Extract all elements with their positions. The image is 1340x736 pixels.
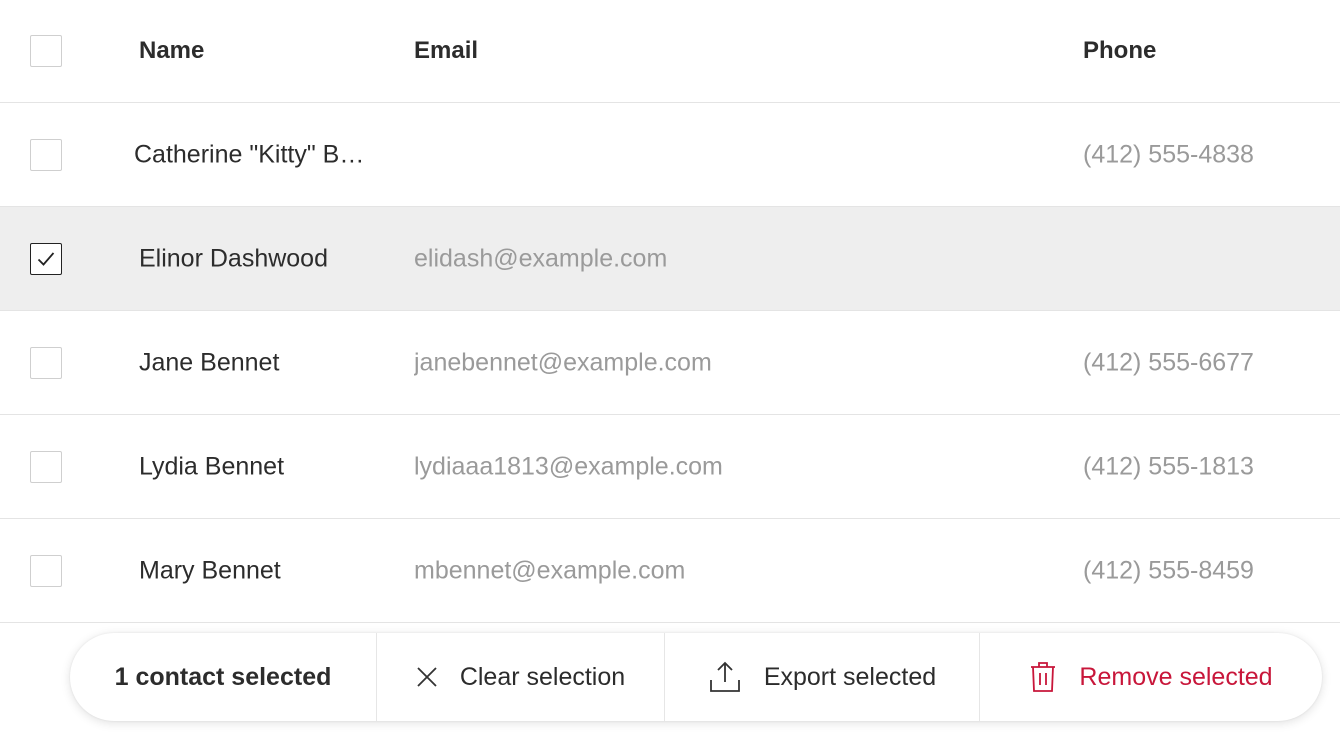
clear-selection-button[interactable]: Clear selection (376, 633, 664, 721)
row-checkbox[interactable] (30, 554, 62, 587)
export-selected-label: Export selected (763, 662, 937, 691)
row-checkbox[interactable] (30, 450, 62, 483)
remove-selected-button[interactable]: Remove selected (979, 633, 1322, 721)
row-checkbox[interactable] (30, 138, 62, 171)
contact-phone: (412) 555-6677 (1083, 348, 1254, 376)
contact-name: Lydia Bennet (139, 452, 285, 480)
contact-email: mbennet@example.com (414, 556, 686, 584)
upload-icon (708, 660, 742, 694)
contact-name: Jane Bennet (139, 348, 280, 376)
selection-action-bar: 1 contact selected Clear selection Expor… (70, 633, 1322, 721)
checkmark-icon (37, 251, 55, 266)
table-row[interactable]: Elinor Dashwood elidash@example.com (0, 207, 1340, 311)
clear-selection-label: Clear selection (459, 662, 626, 691)
column-header-phone[interactable]: Phone (1083, 37, 1323, 65)
contact-email: janebennet@example.com (414, 348, 712, 376)
selection-count: 1 contact selected (70, 633, 376, 721)
row-checkbox[interactable] (30, 242, 62, 275)
trash-icon (1029, 661, 1057, 693)
row-checkbox[interactable] (30, 346, 62, 379)
table-row[interactable]: Lydia Bennet lydiaaa1813@example.com (41… (0, 415, 1340, 519)
contact-name: Elinor Dashwood (139, 244, 328, 272)
contact-phone: (412) 555-1813 (1083, 452, 1254, 480)
close-icon (416, 666, 438, 688)
remove-selected-label: Remove selected (1079, 662, 1273, 691)
export-selected-button[interactable]: Export selected (664, 633, 979, 721)
selection-count-label: 1 contact selected (114, 662, 332, 691)
contact-phone: (412) 555-4838 (1083, 140, 1254, 168)
table-row[interactable]: Mary Bennet mbennet@example.com (412) 55… (0, 519, 1340, 623)
contact-email: lydiaaa1813@example.com (414, 452, 723, 480)
table-header-row: Name Email Phone (0, 0, 1340, 103)
contact-name: Mary Bennet (139, 556, 281, 584)
column-header-name[interactable]: Name (139, 37, 379, 65)
contact-email: elidash@example.com (414, 244, 668, 272)
contact-name: Catherine "Kitty" Bennet (134, 140, 378, 168)
contacts-table: Name Email Phone Catherine "Kitty" Benne… (0, 0, 1340, 623)
table-row[interactable]: Catherine "Kitty" Bennet (412) 555-4838 (0, 103, 1340, 207)
table-row[interactable]: Jane Bennet janebennet@example.com (412)… (0, 311, 1340, 415)
contact-phone: (412) 555-8459 (1083, 556, 1254, 584)
column-header-email[interactable]: Email (414, 37, 1014, 65)
select-all-checkbox[interactable] (30, 35, 62, 67)
